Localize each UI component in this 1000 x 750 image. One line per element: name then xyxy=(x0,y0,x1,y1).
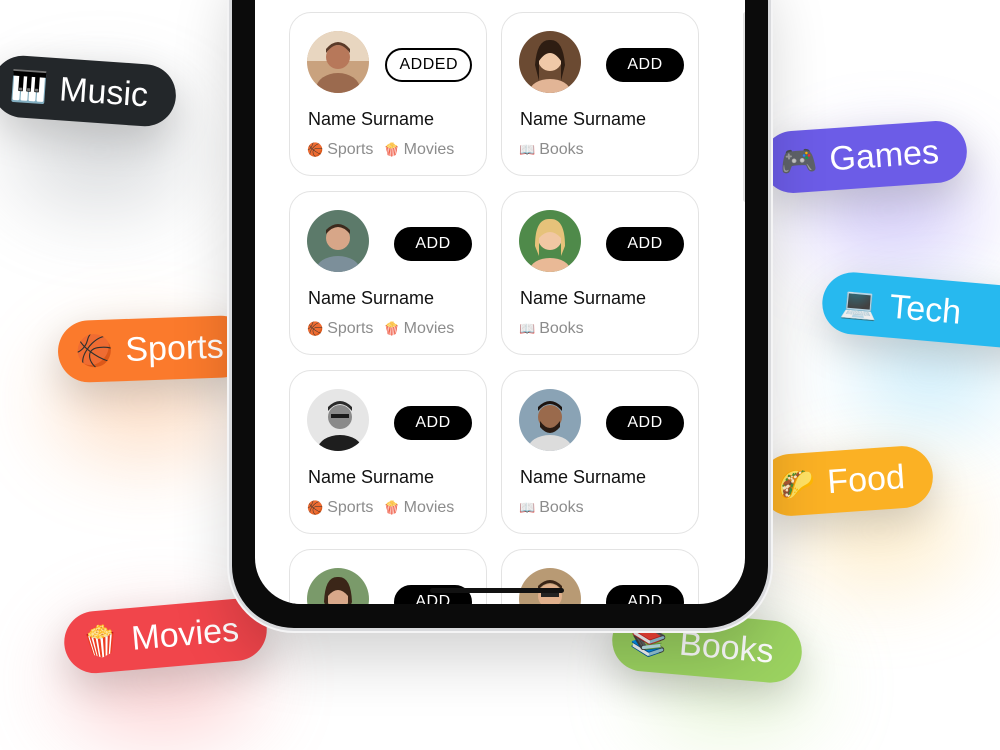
person-name: Name Surname xyxy=(308,288,435,308)
popcorn-icon: 🍿 xyxy=(383,142,400,158)
interest-list: 📖 Books xyxy=(519,499,584,517)
interest-item: 🍿 Movies xyxy=(383,499,454,517)
interest-item: 📖 Books xyxy=(519,141,584,159)
popcorn-icon: 🍿 xyxy=(80,622,122,661)
person-card: ADD Name Surname 📖 Books xyxy=(501,191,699,355)
popcorn-icon: 🍿 xyxy=(383,321,400,337)
interest-label: Sports xyxy=(327,320,374,337)
person-name: Name Surname xyxy=(520,109,647,129)
interest-label: Movies xyxy=(403,499,455,516)
books-tag-label: Books xyxy=(677,624,776,671)
add-button[interactable]: ADD xyxy=(606,406,684,440)
interest-list: 🏀 Sports 🍿 Movies xyxy=(307,141,454,159)
tech-tag-label: Tech xyxy=(887,287,963,332)
person-card: ADDED Name Surname 🏀 Sports 🍿 Movies xyxy=(289,12,487,176)
interest-label: Books xyxy=(539,141,584,158)
music-tag-label: Music xyxy=(58,69,150,114)
add-button[interactable]: ADDED xyxy=(385,48,472,82)
avatar[interactable] xyxy=(307,389,369,451)
add-button[interactable]: ADD xyxy=(606,227,684,261)
interest-item: 🏀 Sports xyxy=(307,141,373,159)
interest-item: 📖 Books xyxy=(519,320,584,338)
avatar[interactable] xyxy=(307,210,369,272)
laptop-icon: 💻 xyxy=(838,284,880,323)
phone-screen: ADDED Name Surname 🏀 Sports 🍿 Movies ADD N… xyxy=(255,0,745,604)
movies-tag-label: Movies xyxy=(129,610,241,658)
interest-label: Movies xyxy=(403,141,455,158)
avatar[interactable] xyxy=(307,31,369,93)
person-card: ADD Name Surname 🏀 Sports 🍿 Movies xyxy=(289,191,487,355)
food-tag-label: Food xyxy=(826,457,907,501)
interest-item: 🏀 Sports xyxy=(307,320,373,338)
book-icon: 📖 xyxy=(519,142,536,158)
person-name: Name Surname xyxy=(520,467,647,487)
interest-label: Sports xyxy=(327,499,374,516)
piano-icon: 🎹 xyxy=(8,68,49,106)
sports-tag-label: Sports xyxy=(124,327,225,369)
person-name: Name Surname xyxy=(520,288,647,308)
interest-label: Sports xyxy=(327,141,374,158)
taco-icon: 🌮 xyxy=(776,465,817,504)
person-card: ADD Name Surname 📖 Books xyxy=(501,12,699,176)
avatar[interactable] xyxy=(519,568,581,604)
basketball-icon: 🏀 xyxy=(75,332,114,370)
basketball-icon: 🏀 xyxy=(307,321,324,337)
avatar[interactable] xyxy=(307,568,369,604)
interest-list: 📖 Books xyxy=(519,141,584,159)
food-tag: 🌮 Food xyxy=(758,444,935,518)
avatar[interactable] xyxy=(519,31,581,93)
interest-label: Movies xyxy=(403,320,455,337)
person-card: ADD xyxy=(289,549,487,604)
add-button[interactable]: ADD xyxy=(606,48,684,82)
interest-list: 🏀 Sports 🍿 Movies xyxy=(307,499,454,517)
person-card: ADD Name Surname 📖 Books xyxy=(501,370,699,534)
interest-list: 🏀 Sports 🍿 Movies xyxy=(307,320,454,338)
person-name: Name Surname xyxy=(308,467,435,487)
add-button[interactable]: ADD xyxy=(606,585,684,604)
basketball-icon: 🏀 xyxy=(307,500,324,516)
person-card: ADD xyxy=(501,549,699,604)
interest-item: 🍿 Movies xyxy=(383,141,454,159)
games-tag-label: Games xyxy=(828,132,941,178)
people-grid: ADDED Name Surname 🏀 Sports 🍿 Movies ADD N… xyxy=(289,12,701,604)
scrollbar[interactable] xyxy=(743,12,745,202)
avatar[interactable] xyxy=(519,210,581,272)
interest-list: 📖 Books xyxy=(519,320,584,338)
add-button[interactable]: ADD xyxy=(394,406,472,440)
popcorn-icon: 🍿 xyxy=(383,500,400,516)
basketball-icon: 🏀 xyxy=(307,142,324,158)
home-indicator[interactable] xyxy=(430,588,564,593)
interest-label: Books xyxy=(539,320,584,337)
phone-frame: ADDED Name Surname 🏀 Sports 🍿 Movies ADD N… xyxy=(232,0,768,628)
interest-item: 📖 Books xyxy=(519,499,584,517)
person-card: ADD Name Surname 🏀 Sports 🍿 Movies xyxy=(289,370,487,534)
interest-item: 🏀 Sports xyxy=(307,499,373,517)
add-button[interactable]: ADD xyxy=(394,227,472,261)
avatar[interactable] xyxy=(519,389,581,451)
sports-tag: 🏀 Sports xyxy=(56,314,253,384)
book-icon: 📖 xyxy=(519,321,536,337)
music-tag: 🎹 Music xyxy=(0,53,179,129)
interest-item: 🍿 Movies xyxy=(383,320,454,338)
interest-label: Books xyxy=(539,499,584,516)
book-icon: 📖 xyxy=(519,500,536,516)
game-controller-icon: 🎮 xyxy=(778,142,819,181)
person-name: Name Surname xyxy=(308,109,435,129)
